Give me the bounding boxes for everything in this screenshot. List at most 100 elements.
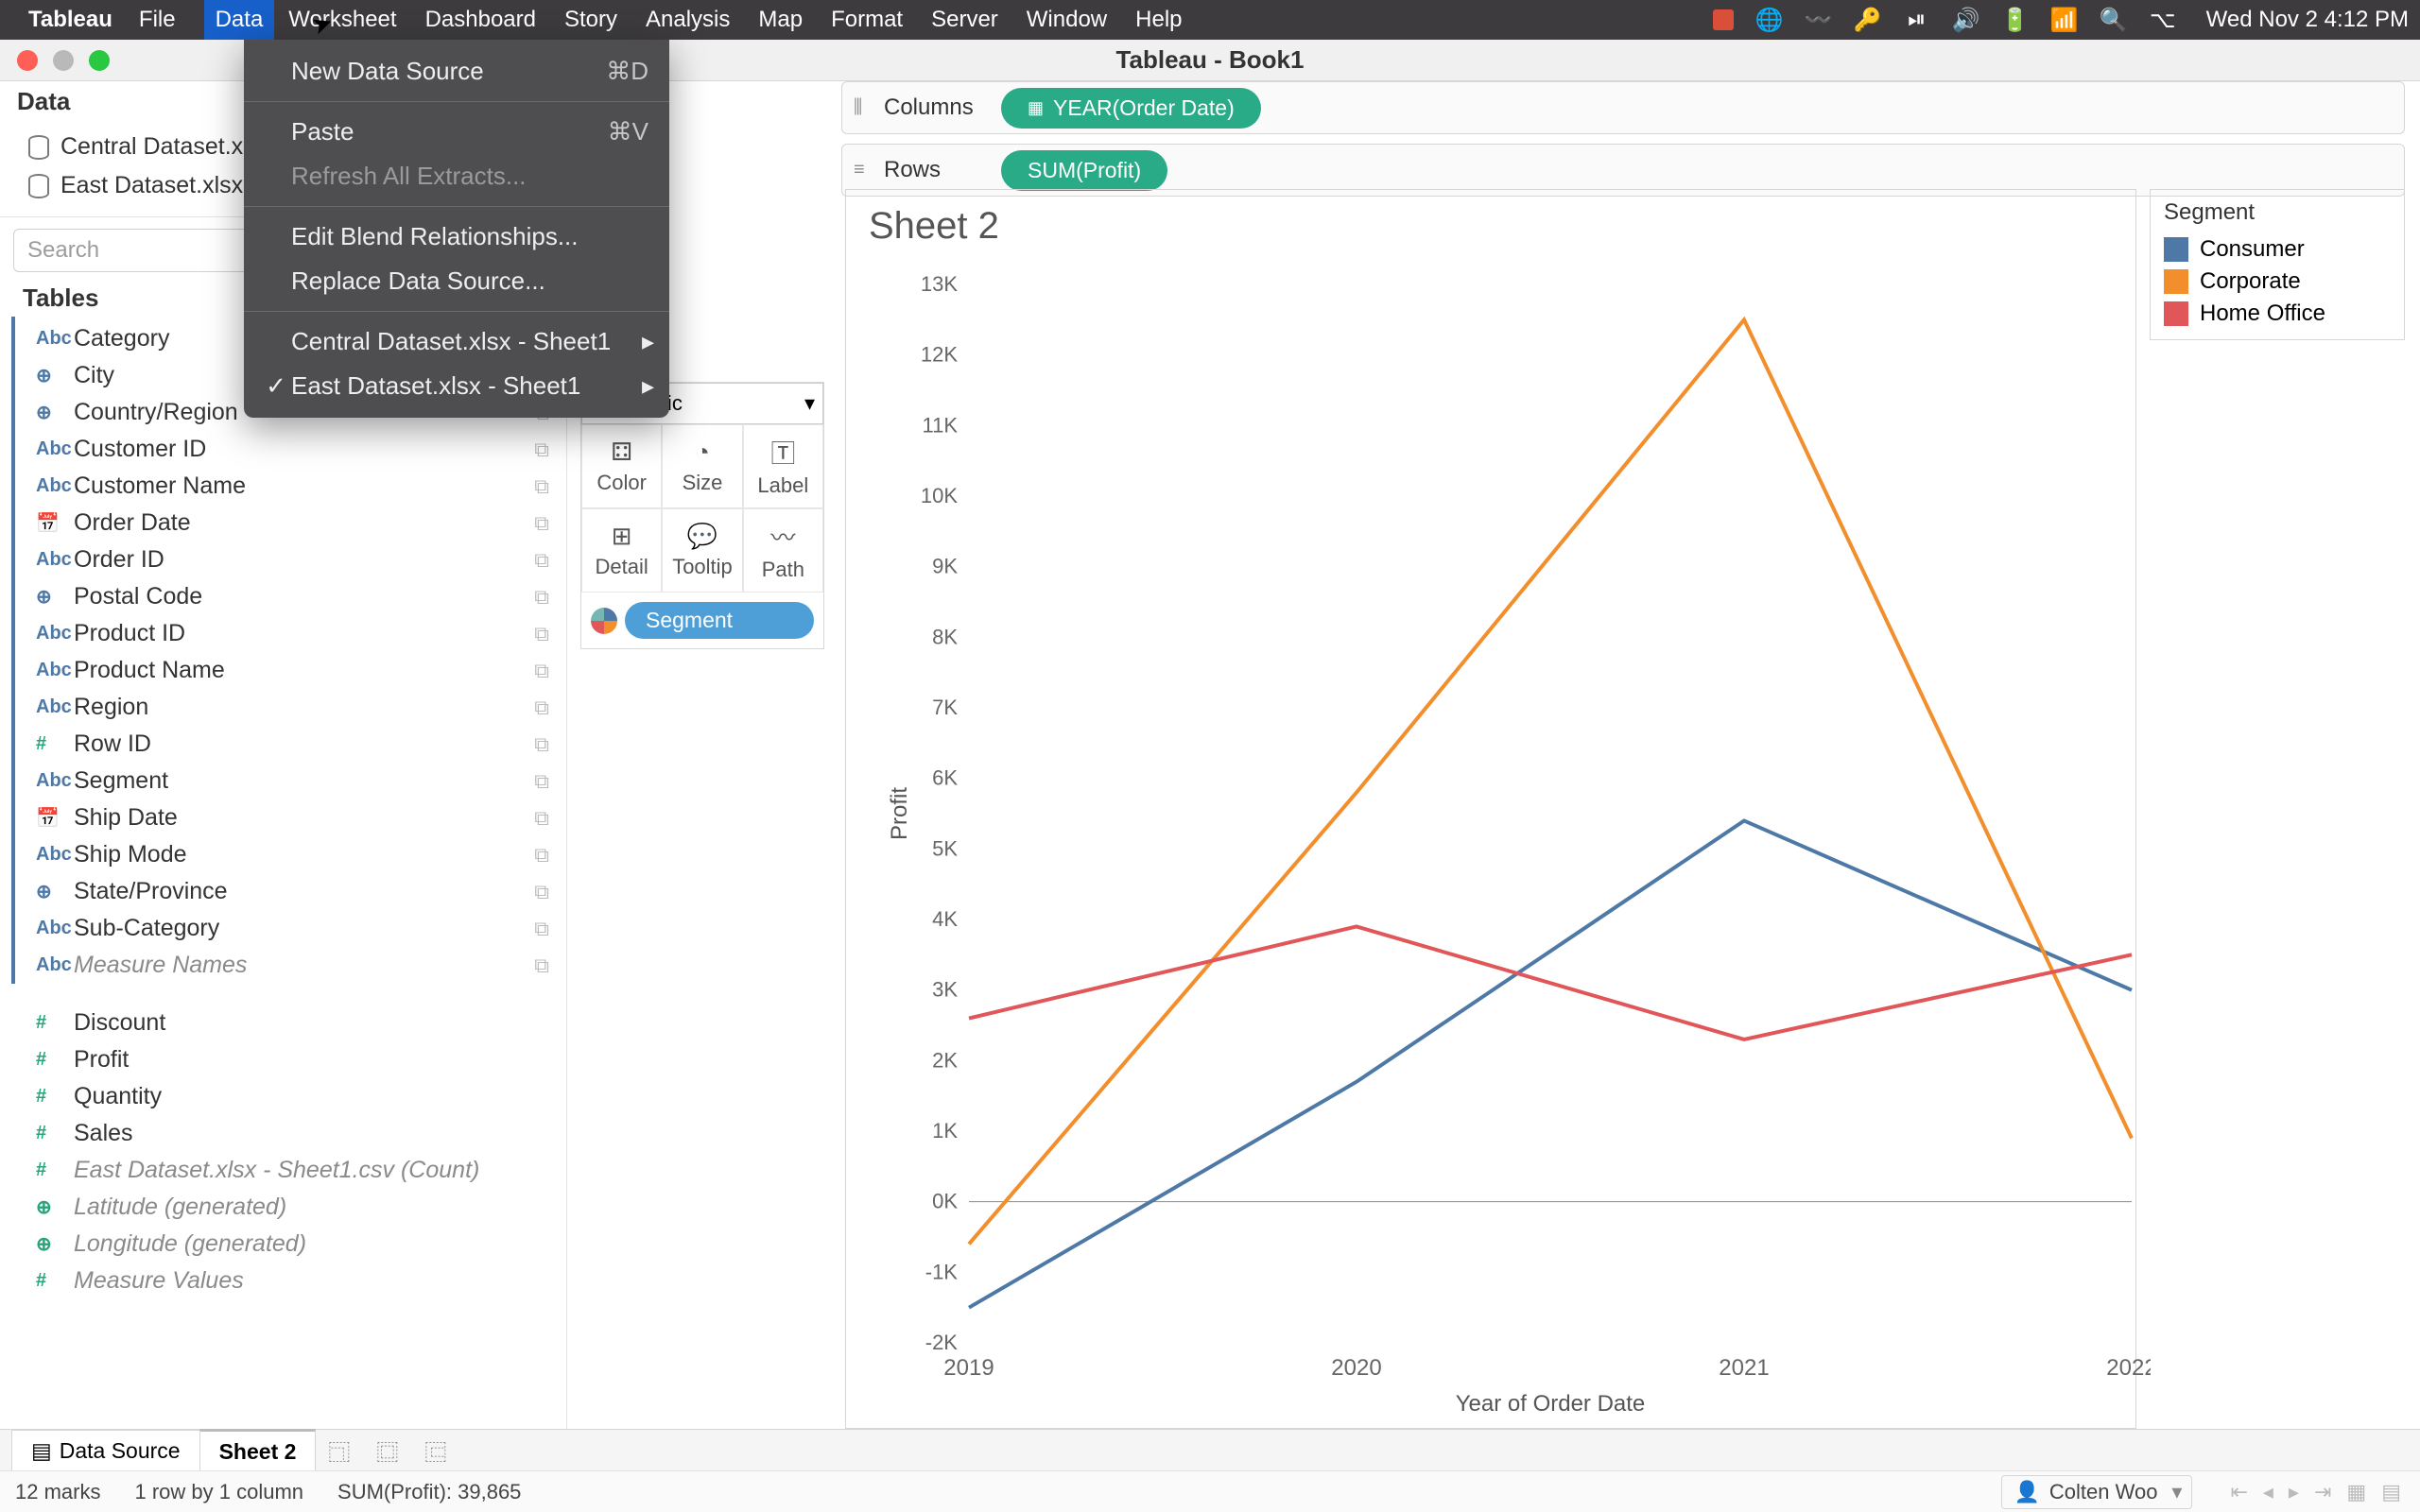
tab-data-source[interactable]: ▤Data Source bbox=[11, 1430, 200, 1471]
marks-label-button[interactable]: 🅃Label bbox=[743, 424, 823, 508]
user-menu[interactable]: 👤Colten Woo bbox=[2001, 1475, 2192, 1509]
cloud-icon[interactable]: 〰️ bbox=[1806, 7, 1832, 33]
marks-color-button[interactable]: ⚃Color bbox=[581, 424, 662, 508]
field-product-name[interactable]: AbcProduct Name⧉ bbox=[15, 652, 566, 689]
legend-item-corporate[interactable]: Corporate bbox=[2164, 266, 2391, 298]
menu-ds-east[interactable]: ✓ East Dataset.xlsx - Sheet1 ▸ bbox=[244, 364, 669, 408]
series-consumer[interactable] bbox=[969, 820, 2132, 1307]
field-segment[interactable]: AbcSegment⧉ bbox=[15, 763, 566, 799]
field-order-date[interactable]: 📅Order Date⧉ bbox=[15, 505, 566, 541]
wifi-icon[interactable]: 📶 bbox=[2051, 7, 2078, 33]
color-legend[interactable]: Segment ConsumerCorporateHome Office bbox=[2150, 189, 2405, 340]
zoom-window-button[interactable] bbox=[89, 50, 110, 71]
size-icon: ◔ bbox=[695, 438, 710, 467]
detail-icon: ⊞ bbox=[612, 522, 632, 551]
field-quantity[interactable]: #Quantity bbox=[15, 1078, 566, 1115]
key-icon[interactable]: 🔑 bbox=[1855, 7, 1881, 33]
menu-edit-blend[interactable]: Edit Blend Relationships... bbox=[244, 215, 669, 259]
tab-sheet-2[interactable]: Sheet 2 bbox=[199, 1429, 317, 1472]
menu-replace-data-source[interactable]: Replace Data Source... bbox=[244, 259, 669, 303]
battery-icon[interactable]: 🔋 bbox=[2002, 7, 2029, 33]
field-ship-date[interactable]: 📅Ship Date⧉ bbox=[15, 799, 566, 836]
menu-story[interactable]: Story bbox=[564, 7, 617, 33]
field-measure-names[interactable]: AbcMeasure Names⧉ bbox=[15, 947, 566, 984]
columns-label: Columns bbox=[884, 94, 974, 120]
nav-last-button[interactable]: ⇥ bbox=[2310, 1480, 2335, 1504]
new-story-button[interactable]: ⿷ bbox=[411, 1427, 459, 1474]
marks-tooltip-button[interactable]: 💬Tooltip bbox=[662, 508, 742, 593]
volume-icon[interactable]: 🔊 bbox=[1953, 7, 1979, 33]
menubar-clock[interactable]: Wed Nov 2 4:12 PM bbox=[2206, 7, 2409, 33]
sheet-title[interactable]: Sheet 2 bbox=[869, 205, 999, 248]
new-worksheet-button[interactable]: ⿹ bbox=[315, 1427, 363, 1474]
columns-shelf[interactable]: ⫼Columns ▦YEAR(Order Date) bbox=[841, 81, 2405, 134]
field-ship-mode[interactable]: AbcShip Mode⧉ bbox=[15, 836, 566, 873]
field-sub-category[interactable]: AbcSub-Category⧉ bbox=[15, 910, 566, 947]
app-name[interactable]: Tableau bbox=[28, 7, 112, 33]
minimize-window-button[interactable] bbox=[53, 50, 74, 71]
field-postal-code[interactable]: ⊕Postal Code⧉ bbox=[15, 578, 566, 615]
line-chart[interactable]: -2K-1K0K1K2K3K4K5K6K7K8K9K10K11K12K13K20… bbox=[884, 266, 2151, 1428]
close-window-button[interactable] bbox=[17, 50, 38, 71]
menu-data[interactable]: Data bbox=[204, 0, 275, 40]
field-customer-id[interactable]: AbcCustomer ID⧉ bbox=[15, 431, 566, 468]
series-corporate[interactable] bbox=[969, 319, 2132, 1244]
rows-pill-profit[interactable]: SUM(Profit) bbox=[1001, 150, 1167, 191]
field-region[interactable]: AbcRegion⧉ bbox=[15, 689, 566, 726]
field-state-province[interactable]: ⊕State/Province⧉ bbox=[15, 873, 566, 910]
marks-segment-pill[interactable]: Segment bbox=[625, 602, 814, 639]
show-filmstrip-button[interactable]: ▦ bbox=[2342, 1480, 2370, 1504]
field-sales[interactable]: #Sales bbox=[15, 1115, 566, 1152]
columns-pill-year[interactable]: ▦YEAR(Order Date) bbox=[1001, 88, 1261, 129]
menu-ds-central[interactable]: Central Dataset.xlsx - Sheet1 ▸ bbox=[244, 319, 669, 364]
menu-server[interactable]: Server bbox=[931, 7, 998, 33]
field-discount[interactable]: #Discount bbox=[15, 1005, 566, 1041]
menu-help[interactable]: Help bbox=[1135, 7, 1182, 33]
field-customer-name[interactable]: AbcCustomer Name⧉ bbox=[15, 468, 566, 505]
show-sorter-button[interactable]: ▤ bbox=[2377, 1480, 2405, 1504]
rows-icon: ≡ bbox=[854, 160, 865, 181]
field-product-id[interactable]: AbcProduct ID⧉ bbox=[15, 615, 566, 652]
menu-separator bbox=[244, 311, 669, 312]
field-east-dataset-xlsx-sheet1-csv-count-[interactable]: #East Dataset.xlsx - Sheet1.csv (Count) bbox=[15, 1152, 566, 1189]
menu-dashboard[interactable]: Dashboard bbox=[425, 7, 536, 33]
field-row-id[interactable]: #Row ID⧉ bbox=[15, 726, 566, 763]
new-dashboard-button[interactable]: ⿴ bbox=[363, 1427, 411, 1474]
menu-map[interactable]: Map bbox=[758, 7, 803, 33]
menu-new-data-source[interactable]: New Data Source ⌘D bbox=[244, 49, 669, 94]
series-home-office[interactable] bbox=[969, 926, 2132, 1039]
menu-paste[interactable]: Paste ⌘V bbox=[244, 110, 669, 154]
field-order-id[interactable]: AbcOrder ID⧉ bbox=[15, 541, 566, 578]
nav-prev-button[interactable]: ◂ bbox=[2259, 1480, 2277, 1504]
nav-next-button[interactable]: ▸ bbox=[2285, 1480, 2303, 1504]
play-icon[interactable]: ⏯ bbox=[1904, 7, 1930, 33]
menu-analysis[interactable]: Analysis bbox=[646, 7, 730, 33]
marks-detail-button[interactable]: ⊞Detail bbox=[581, 508, 662, 593]
sheet-nav: ⇤ ◂ ▸ ⇥ ▦ ▤ bbox=[2226, 1480, 2405, 1504]
legend-item-consumer[interactable]: Consumer bbox=[2164, 233, 2391, 266]
field-latitude-generated-[interactable]: ⊕Latitude (generated) bbox=[15, 1189, 566, 1226]
menu-window[interactable]: Window bbox=[1027, 7, 1107, 33]
submenu-arrow-icon: ▸ bbox=[642, 327, 654, 356]
marks-size-button[interactable]: ◔Size bbox=[662, 424, 742, 508]
rows-label: Rows bbox=[884, 157, 941, 182]
field-longitude-generated-[interactable]: ⊕Longitude (generated) bbox=[15, 1226, 566, 1263]
menu-file[interactable]: File bbox=[139, 7, 176, 33]
marks-path-button[interactable]: 〰Path bbox=[743, 508, 823, 593]
status-app-1-icon[interactable] bbox=[1713, 9, 1734, 30]
svg-text:8K: 8K bbox=[932, 625, 958, 648]
control-center-icon[interactable]: ⌥ bbox=[2150, 7, 2176, 33]
blend-link-icon: ⧉ bbox=[534, 659, 549, 683]
nav-first-button[interactable]: ⇤ bbox=[2226, 1480, 2251, 1504]
menu-format[interactable]: Format bbox=[831, 7, 903, 33]
svg-text:9K: 9K bbox=[932, 555, 958, 578]
menu-worksheet[interactable]: Worksheet bbox=[288, 7, 396, 33]
search-icon[interactable]: 🔍 bbox=[2100, 7, 2127, 33]
legend-swatch bbox=[2164, 301, 2188, 326]
worksheet-view[interactable]: Sheet 2 -2K-1K0K1K2K3K4K5K6K7K8K9K10K11K… bbox=[845, 189, 2136, 1429]
field-measure-values[interactable]: #Measure Values bbox=[15, 1263, 566, 1299]
globe-icon[interactable]: 🌐 bbox=[1756, 7, 1783, 33]
field-profit[interactable]: #Profit bbox=[15, 1041, 566, 1078]
legend-item-home-office[interactable]: Home Office bbox=[2164, 298, 2391, 330]
status-bar: 12 marks 1 row by 1 column SUM(Profit): … bbox=[0, 1470, 2420, 1512]
